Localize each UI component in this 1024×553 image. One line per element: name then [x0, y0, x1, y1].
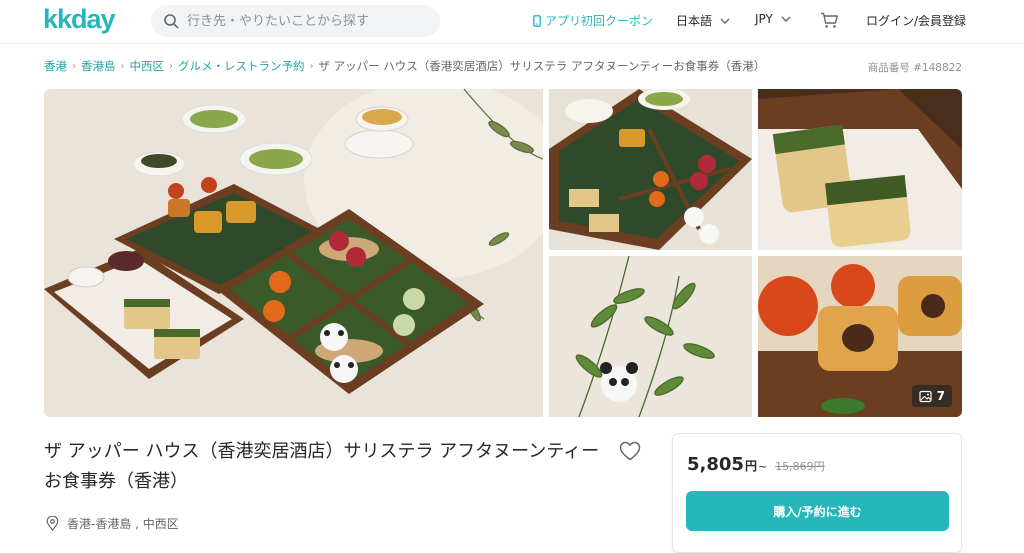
- search-box[interactable]: [151, 5, 440, 37]
- photo-count-label: 7: [936, 389, 945, 403]
- chevron-down-icon: [781, 16, 791, 22]
- currency-selector[interactable]: JPY: [755, 12, 791, 26]
- afternoon-tea-photo: [44, 89, 543, 417]
- location-label: 香港-香港島 , 中西区: [67, 517, 179, 531]
- gallery-photo-5[interactable]: 7: [758, 256, 962, 417]
- chevron-right-icon: ›: [72, 60, 76, 72]
- kkday-logo[interactable]: kkday: [43, 5, 133, 35]
- tea-set-overview-photo: [549, 89, 752, 250]
- gallery-photo-4[interactable]: [549, 256, 752, 417]
- language-selector[interactable]: 日本語: [676, 12, 730, 29]
- svg-text:kkday: kkday: [43, 5, 116, 34]
- booking-card: 5,805 円 ~ 15,869円 購入/予約に進む: [672, 433, 962, 553]
- breadcrumb-hongkong-island[interactable]: 香港島: [81, 58, 116, 74]
- chevron-down-icon: [720, 18, 730, 24]
- cart-button[interactable]: [820, 12, 839, 29]
- login-register-link[interactable]: ログイン/会員登録: [866, 12, 966, 29]
- price-suffix: ~: [757, 460, 768, 473]
- gallery-main-photo[interactable]: [44, 89, 543, 417]
- site-header: kkday アプリ初回クーポン 日本語 JPY: [0, 0, 1024, 44]
- panda-dessert-photo: [549, 256, 752, 417]
- price-unit: 円: [744, 459, 757, 473]
- product-number: 商品番号 #148822: [867, 62, 962, 74]
- image-icon: [919, 390, 932, 402]
- view-all-photos-button[interactable]: 7: [911, 385, 952, 407]
- product-location: 香港-香港島 , 中西区: [46, 515, 179, 532]
- chevron-right-icon: ›: [120, 60, 125, 72]
- login-label: ログイン/会員登録: [866, 14, 967, 28]
- search-input[interactable]: [187, 13, 427, 29]
- breadcrumb-hongkong[interactable]: 香港: [44, 58, 67, 74]
- app-coupon-link[interactable]: アプリ初回クーポン: [533, 12, 653, 29]
- smartphone-icon: [533, 14, 541, 27]
- currency-label: JPY: [755, 12, 773, 26]
- breadcrumb-gourmet[interactable]: グルメ・レストラン予約: [178, 58, 305, 74]
- app-coupon-label: アプリ初回クーポン: [545, 14, 654, 28]
- product-title: ザ アッパー ハウス（香港奕居酒店）サリステラ アフタヌーンティーお食事券（香港…: [44, 441, 600, 492]
- original-price: 15,869円: [775, 460, 825, 473]
- cart-icon: [821, 12, 838, 28]
- savory-pastry-photo: [758, 89, 962, 250]
- gallery-photo-2[interactable]: [549, 89, 752, 250]
- photo-gallery: 7: [44, 89, 962, 417]
- map-pin-icon: [46, 516, 59, 531]
- price-value: 5,805: [687, 454, 744, 475]
- gallery-photo-3[interactable]: [758, 89, 962, 250]
- heart-icon[interactable]: [619, 441, 641, 461]
- chevron-right-icon: ›: [169, 60, 173, 72]
- breadcrumb: 香港 › 香港島 › 中西区 › グルメ・レストラン予約 › ザ アッパー ハウ…: [44, 58, 765, 74]
- search-icon: [164, 14, 179, 29]
- price-block: 5,805 円 ~ 15,869円: [687, 454, 825, 475]
- breadcrumb-current: ザ アッパー ハウス（香港奕居酒店）サリステラ アフタヌーンティーお食事券（香港…: [318, 59, 766, 73]
- language-label: 日本語: [676, 14, 713, 28]
- book-now-button[interactable]: 購入/予約に進む: [686, 491, 949, 531]
- chevron-right-icon: ›: [309, 60, 314, 72]
- breadcrumb-central-western[interactable]: 中西区: [130, 58, 165, 74]
